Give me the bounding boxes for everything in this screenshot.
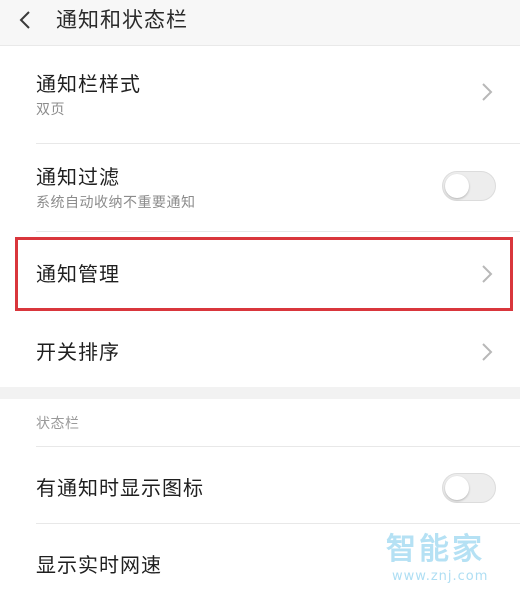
- show-notification-icon-label: 有通知时显示图标: [36, 476, 204, 500]
- section-header-status-bar: 状态栏: [36, 416, 80, 432]
- notification-filter-toggle[interactable]: [442, 171, 496, 201]
- toggle-knob: [445, 476, 469, 500]
- setting-row-notification-style[interactable]: 通知栏样式 双页: [0, 47, 520, 131]
- divider: [36, 231, 520, 232]
- back-button[interactable]: [12, 6, 38, 34]
- notification-filter-label: 通知过滤: [36, 165, 120, 189]
- setting-row-notification-management[interactable]: 通知管理: [0, 240, 520, 310]
- chevron-right-icon: [482, 265, 493, 283]
- app-header: 通知和状态栏: [0, 0, 520, 46]
- show-network-speed-label: 显示实时网速: [36, 553, 162, 577]
- setting-row-show-network-speed[interactable]: 显示实时网速: [0, 524, 520, 595]
- toggle-knob: [445, 174, 469, 198]
- notification-management-label: 通知管理: [36, 262, 120, 286]
- chevron-right-icon: [482, 343, 493, 361]
- section-separator: [0, 387, 520, 399]
- setting-row-notification-filter[interactable]: 通知过滤 系统自动收纳不重要通知: [0, 144, 520, 228]
- notification-style-label: 通知栏样式: [36, 72, 141, 96]
- notification-filter-description: 系统自动收纳不重要通知: [36, 195, 196, 211]
- notification-style-value: 双页: [36, 102, 65, 118]
- chevron-left-icon: [19, 11, 30, 29]
- show-notification-icon-toggle[interactable]: [442, 473, 496, 503]
- setting-row-switch-order[interactable]: 开关排序: [0, 318, 520, 386]
- page-title: 通知和状态栏: [56, 8, 188, 32]
- chevron-right-icon: [482, 83, 493, 101]
- setting-row-show-notification-icon[interactable]: 有通知时显示图标: [0, 447, 520, 523]
- switch-order-label: 开关排序: [36, 340, 120, 364]
